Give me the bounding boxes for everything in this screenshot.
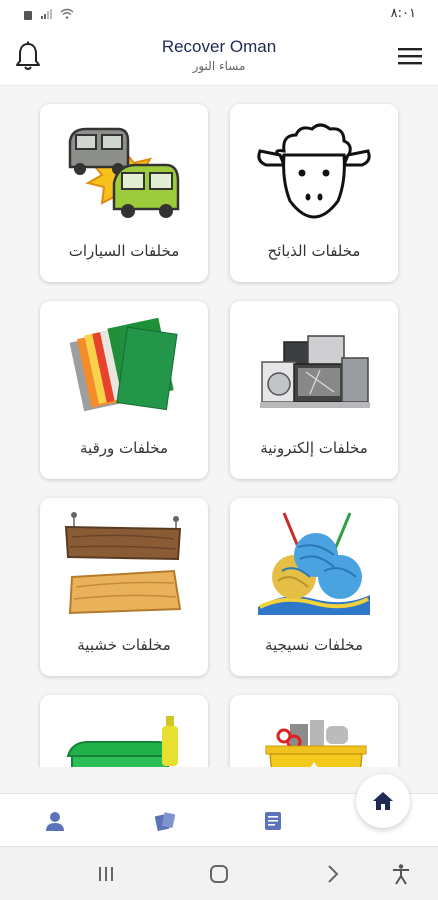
system-nav-bar	[0, 846, 438, 900]
title-block: Recover Oman مساء النور	[0, 37, 438, 73]
category-label: مخلفات نسيجية	[264, 636, 364, 654]
category-card-wood[interactable]: مخلفات خشبية	[40, 498, 208, 676]
cards-icon[interactable]	[154, 810, 176, 832]
app-header: Recover Oman مساء النور	[0, 30, 438, 86]
category-card-electronics[interactable]: مخلفات إلكترونية	[230, 301, 398, 479]
green-bin-icon	[66, 716, 178, 767]
recent-apps-icon[interactable]	[95, 863, 117, 885]
category-card-scrap[interactable]	[230, 695, 398, 767]
electronics-icon	[260, 335, 370, 408]
wifi-icon	[60, 8, 74, 19]
category-card-textile[interactable]: مخلفات نسيجية	[230, 498, 398, 676]
category-card-cars[interactable]: مخلفات السيارات	[40, 104, 208, 282]
sheep-icon	[257, 123, 371, 219]
status-icons	[24, 8, 74, 20]
paper-icon	[69, 318, 178, 412]
category-label: مخلفات ورقية	[80, 439, 168, 457]
home-button[interactable]	[356, 774, 410, 828]
category-grid: مخلفات الذبائح مخلفات السيارات مخلفات إل…	[0, 87, 438, 767]
category-card-plastic[interactable]	[40, 695, 208, 767]
category-card-paper[interactable]: مخلفات ورقية	[40, 301, 208, 479]
status-bar: ٨:٠١	[0, 0, 438, 30]
app-title: Recover Oman	[161, 37, 277, 56]
scrap-bin-icon	[265, 720, 367, 767]
document-icon[interactable]	[262, 810, 284, 832]
category-label: مخلفات السيارات	[68, 242, 180, 260]
back-nav-icon[interactable]	[322, 863, 344, 885]
yarn-icon	[258, 512, 370, 615]
category-card-slaughter[interactable]: مخلفات الذبائح	[230, 104, 398, 282]
category-label: مخلفات الذبائح	[267, 242, 361, 260]
accessibility-icon[interactable]	[390, 863, 412, 885]
lock-icon	[24, 11, 32, 20]
greeting-subtitle: مساء النور	[192, 59, 246, 73]
home-nav-icon[interactable]	[208, 863, 230, 885]
home-icon	[373, 792, 393, 810]
wood-planks-icon	[64, 512, 182, 615]
category-label: مخلفات خشبية	[77, 636, 171, 654]
cars-icon	[68, 127, 180, 218]
hamburger-menu-icon[interactable]	[398, 46, 422, 66]
signal-icon	[41, 9, 52, 19]
status-time: ٨:٠١	[390, 6, 416, 21]
category-label: مخلفات إلكترونية	[260, 439, 368, 457]
profile-icon[interactable]	[44, 810, 66, 832]
